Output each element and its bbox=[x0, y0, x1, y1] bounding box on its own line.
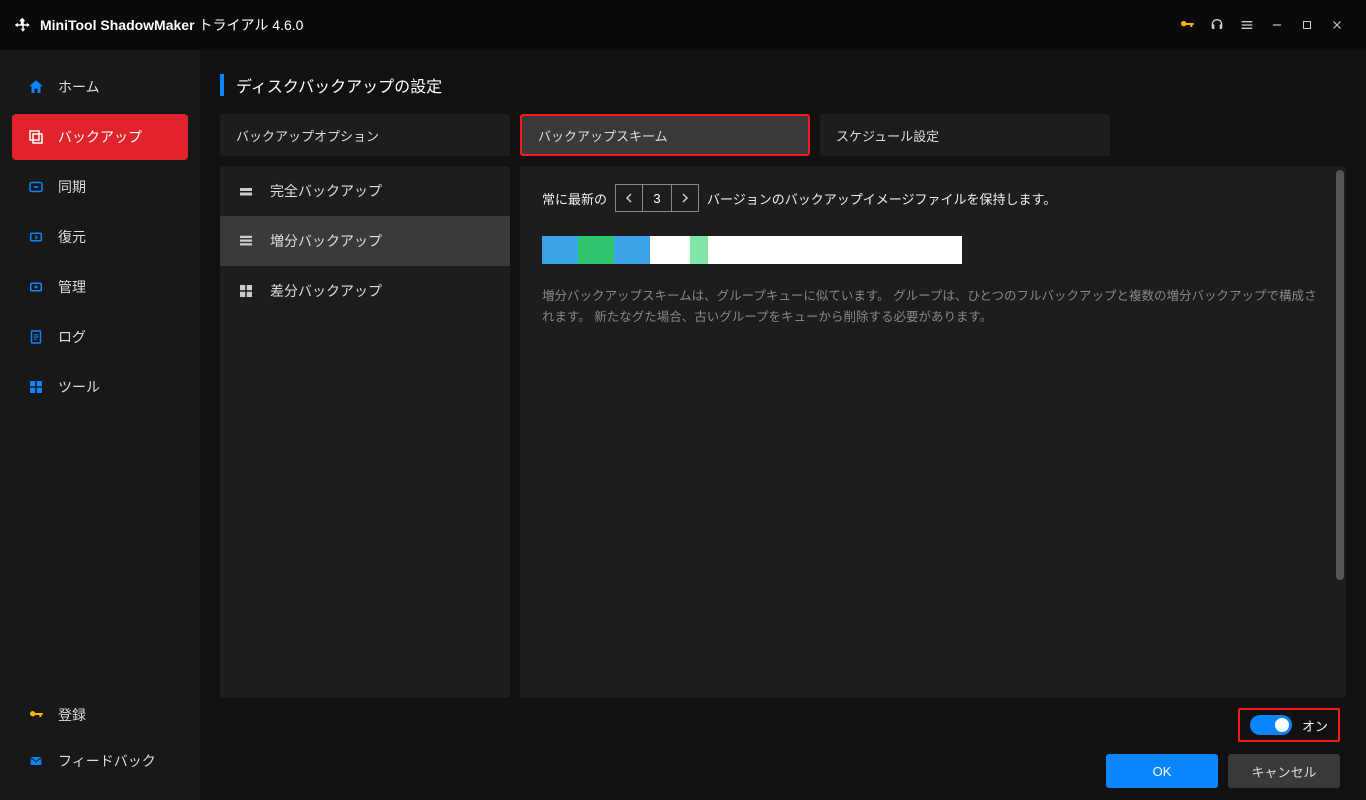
tab-label: バックアップスキーム bbox=[538, 126, 668, 145]
ok-button[interactable]: OK bbox=[1106, 754, 1218, 788]
sidebar-item-label: バックアップ bbox=[58, 127, 142, 147]
tab-backup-scheme[interactable]: バックアップスキーム bbox=[520, 114, 810, 156]
home-icon bbox=[26, 77, 46, 97]
restore-icon bbox=[26, 227, 46, 247]
titlebar: MiniTool ShadowMakerトライアル 4.6.0 bbox=[0, 0, 1366, 50]
sidebar-item-log[interactable]: ログ bbox=[12, 314, 188, 360]
sidebar-item-sync[interactable]: 同期 bbox=[12, 164, 188, 210]
tabs: バックアップオプション バックアップスキーム スケジュール設定 bbox=[220, 114, 1346, 156]
scheme-toggle-wrap: オン bbox=[1238, 708, 1340, 742]
spinner-increase[interactable] bbox=[672, 185, 698, 211]
main-panel: ディスクバックアップの設定 バックアップオプション バックアップスキーム スケジ… bbox=[200, 50, 1366, 800]
sidebar-item-restore[interactable]: 復元 bbox=[12, 214, 188, 260]
sidebar-item-label: 復元 bbox=[58, 227, 86, 247]
log-icon bbox=[26, 327, 46, 347]
menu-icon[interactable] bbox=[1232, 10, 1262, 40]
register-key-icon bbox=[26, 705, 46, 725]
incremental-backup-icon bbox=[236, 231, 256, 251]
scheme-description: 増分バックアップスキームは、グループキューに似ています。 グループは、ひとつのフ… bbox=[542, 286, 1322, 329]
tab-label: バックアップオプション bbox=[236, 126, 379, 145]
differential-backup-icon bbox=[236, 281, 256, 301]
full-backup-icon bbox=[236, 181, 256, 201]
toggle-knob bbox=[1275, 718, 1289, 732]
sidebar-item-label: 同期 bbox=[58, 177, 86, 197]
sidebar-item-label: 管理 bbox=[58, 277, 86, 297]
retain-suffix: バージョンのバックアップイメージファイルを保持します。 bbox=[707, 189, 1056, 208]
scheme-detail: 常に最新の 3 バージョンのバックアップイメージファイルを保持します。 bbox=[520, 166, 1346, 698]
footer: オン OK キャンセル bbox=[220, 698, 1346, 788]
tab-backup-options[interactable]: バックアップオプション bbox=[220, 114, 510, 156]
minimize-icon[interactable] bbox=[1262, 10, 1292, 40]
sidebar-item-manage[interactable]: 管理 bbox=[12, 264, 188, 310]
toggle-label: オン bbox=[1302, 716, 1328, 735]
scheme-differential[interactable]: 差分バックアップ bbox=[220, 266, 510, 316]
cancel-button[interactable]: キャンセル bbox=[1228, 754, 1340, 788]
close-icon[interactable] bbox=[1322, 10, 1352, 40]
scheme-incremental[interactable]: 増分バックアップ bbox=[220, 216, 510, 266]
backup-blocks-diagram bbox=[542, 236, 962, 264]
mail-icon bbox=[26, 751, 46, 771]
sidebar-item-home[interactable]: ホーム bbox=[12, 64, 188, 110]
scheme-toggle[interactable] bbox=[1250, 715, 1292, 735]
scheme-label: 差分バックアップ bbox=[270, 281, 382, 301]
scheme-label: 完全バックアップ bbox=[270, 181, 382, 201]
sidebar-item-tools[interactable]: ツール bbox=[12, 364, 188, 410]
sidebar-item-label: フィードバック bbox=[58, 751, 156, 771]
key-icon[interactable] bbox=[1172, 10, 1202, 40]
sidebar-item-register[interactable]: 登録 bbox=[12, 694, 188, 736]
scheme-full[interactable]: 完全バックアップ bbox=[220, 166, 510, 216]
sidebar-item-label: ツール bbox=[58, 377, 100, 397]
sidebar-item-label: 登録 bbox=[58, 705, 86, 725]
page-title: ディスクバックアップの設定 bbox=[220, 74, 1346, 96]
tab-label: スケジュール設定 bbox=[836, 126, 939, 145]
tools-icon bbox=[26, 377, 46, 397]
sidebar-item-label: ホーム bbox=[58, 77, 100, 97]
backup-icon bbox=[26, 127, 46, 147]
sync-icon bbox=[26, 177, 46, 197]
scrollbar[interactable] bbox=[1336, 170, 1344, 580]
app-logo-icon bbox=[14, 16, 32, 34]
tab-schedule[interactable]: スケジュール設定 bbox=[820, 114, 1110, 156]
manage-icon bbox=[26, 277, 46, 297]
version-spinner: 3 bbox=[615, 184, 699, 212]
headset-icon[interactable] bbox=[1202, 10, 1232, 40]
sidebar-item-label: ログ bbox=[58, 327, 86, 347]
retain-prefix: 常に最新の bbox=[542, 189, 607, 208]
scheme-label: 増分バックアップ bbox=[270, 231, 382, 251]
spinner-decrease[interactable] bbox=[616, 185, 642, 211]
app-title: MiniTool ShadowMakerトライアル 4.6.0 bbox=[40, 15, 303, 35]
maximize-icon[interactable] bbox=[1292, 10, 1322, 40]
spinner-value: 3 bbox=[642, 185, 672, 211]
sidebar: ホーム バックアップ 同期 復元 管理 ログ bbox=[0, 50, 200, 800]
sidebar-item-backup[interactable]: バックアップ bbox=[12, 114, 188, 160]
sidebar-item-feedback[interactable]: フィードバック bbox=[12, 740, 188, 782]
scheme-list: 完全バックアップ 増分バックアップ 差分バックアップ bbox=[220, 166, 510, 698]
